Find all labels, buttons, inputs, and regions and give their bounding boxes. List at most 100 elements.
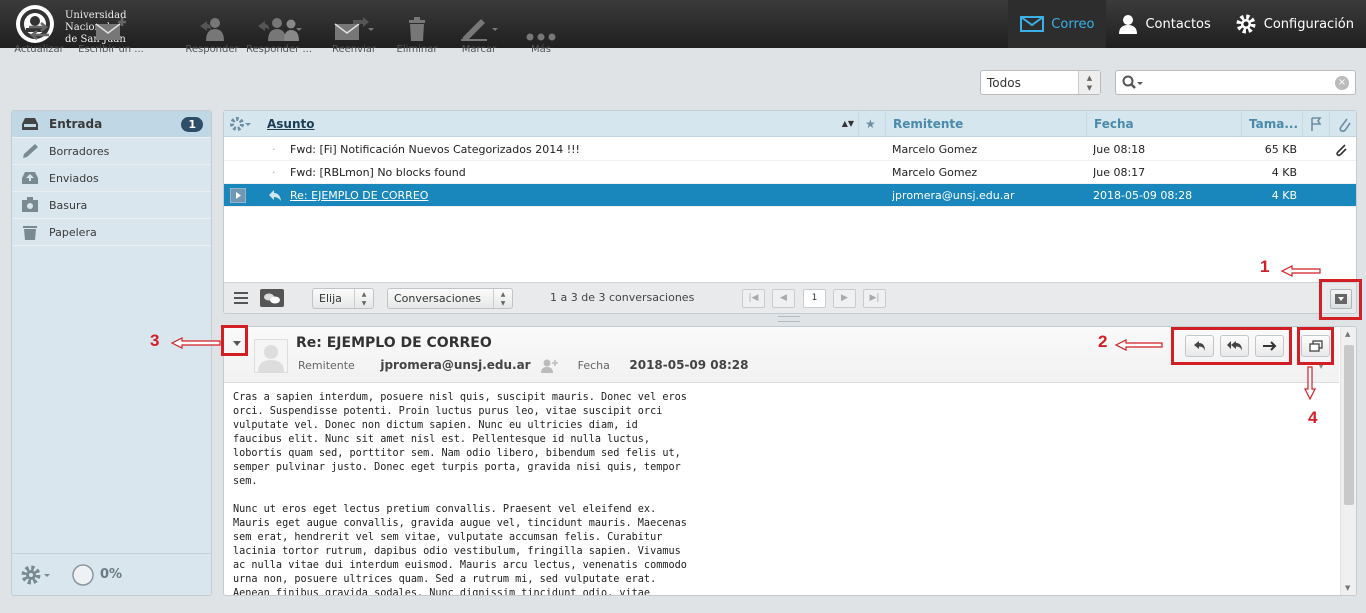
filter-select[interactable]: Todos ▲ ▼ bbox=[980, 70, 1101, 95]
scroll-thumb[interactable] bbox=[1344, 345, 1354, 505]
delete-button[interactable]: Eliminar bbox=[394, 14, 440, 55]
sent-icon bbox=[22, 172, 38, 184]
threads-dropdown[interactable]: Conversaciones ▲ ▼ bbox=[387, 288, 513, 309]
trash-icon bbox=[23, 226, 37, 240]
attachment-column-header[interactable] bbox=[1329, 111, 1356, 137]
row-from: jpromera@unsj.edu.ar bbox=[892, 189, 1015, 202]
annotation-box-2 bbox=[1171, 327, 1292, 365]
message-count-text: 1 a 3 de 3 conversaciones bbox=[550, 291, 695, 304]
filter-spinner-icon: ▲ ▼ bbox=[1078, 71, 1100, 94]
reply-all-icon bbox=[258, 18, 302, 41]
more-icon bbox=[526, 33, 556, 41]
select-spinner-icon: ▲ ▼ bbox=[354, 289, 373, 308]
nav-contactos-label: Contactos bbox=[1145, 16, 1211, 32]
annotation-label-3: 3 bbox=[150, 331, 160, 350]
folder-borradores[interactable]: Borradores bbox=[12, 138, 211, 165]
forward-button[interactable]: Reenviar bbox=[328, 14, 380, 55]
reply-button[interactable]: Responder bbox=[184, 14, 240, 55]
gear-icon bbox=[1236, 14, 1256, 34]
select-dropdown-label: Elija bbox=[319, 292, 342, 305]
page-number[interactable]: 1 bbox=[803, 289, 826, 308]
mail-icon bbox=[1020, 16, 1045, 32]
folder-basura[interactable]: Basura bbox=[12, 192, 211, 219]
table-row-selected[interactable]: Re: EJEMPLO DE CORREO jpromera@unsj.edu.… bbox=[224, 184, 1356, 207]
clear-search-icon[interactable]: × bbox=[1335, 76, 1349, 90]
message-list-panel: Asunto ▲▼ ★ Remitente Fecha Tama... · Fw… bbox=[223, 110, 1357, 314]
table-row[interactable]: · Fwd: [RBLmon] No blocks found Marcelo … bbox=[224, 161, 1356, 184]
list-options-button[interactable] bbox=[224, 111, 260, 137]
more-label: Más bbox=[531, 44, 551, 55]
reply-label: Responder bbox=[185, 44, 239, 55]
scroll-down-icon[interactable]: ▼ bbox=[1345, 584, 1350, 592]
quota-indicator: 0% bbox=[72, 563, 123, 586]
unread-count-badge: 1 bbox=[181, 116, 203, 132]
reply-icon bbox=[200, 18, 224, 41]
row-from: Marcelo Gomez bbox=[892, 166, 978, 179]
folder-sidebar: Entrada 1 Borradores Enviados Basura Pap… bbox=[11, 110, 212, 596]
message-body: Cras a sapien interdum, posuere nisl qui… bbox=[233, 392, 687, 596]
table-row[interactable]: · Fwd: [Fi] Notificación Nuevos Categori… bbox=[224, 138, 1356, 161]
scroll-up-icon[interactable]: ▲ bbox=[1345, 330, 1350, 338]
add-contact-icon[interactable] bbox=[540, 359, 559, 373]
folder-enviados[interactable]: Enviados bbox=[12, 165, 211, 192]
forward-icon bbox=[334, 17, 374, 40]
annotation-label-2: 2 bbox=[1098, 332, 1108, 351]
nav-correo-label: Correo bbox=[1051, 16, 1095, 32]
from-header-label: Remitente bbox=[893, 117, 964, 131]
refresh-button[interactable]: Actualizar bbox=[12, 14, 66, 55]
flag-column-header[interactable] bbox=[1302, 111, 1329, 137]
annotation-label-4: 4 bbox=[1308, 408, 1318, 427]
threads-view-icon[interactable] bbox=[260, 289, 284, 307]
mark-icon bbox=[461, 19, 498, 41]
read-status-icon: · bbox=[272, 143, 276, 156]
annotation-arrow-3 bbox=[170, 337, 221, 349]
row-size: 65 KB bbox=[1264, 143, 1297, 156]
expand-thread-icon[interactable] bbox=[230, 184, 246, 207]
pane-splitter[interactable] bbox=[778, 316, 800, 322]
size-column-header[interactable]: Tama... bbox=[1241, 111, 1302, 137]
inbox-icon bbox=[22, 118, 38, 130]
refresh-icon bbox=[29, 22, 49, 40]
from-column-header[interactable]: Remitente bbox=[885, 111, 1086, 137]
row-subject: Fwd: [RBLmon] No blocks found bbox=[290, 166, 466, 179]
list-header: Asunto ▲▼ ★ Remitente Fecha Tama... bbox=[224, 111, 1356, 137]
last-page-icon[interactable]: ▶| bbox=[863, 289, 886, 308]
next-page-icon[interactable]: ▶ bbox=[833, 289, 856, 308]
nav-contactos[interactable]: Contactos bbox=[1106, 0, 1222, 48]
select-dropdown[interactable]: Elija ▲ ▼ bbox=[312, 288, 374, 309]
date-column-header[interactable]: Fecha bbox=[1086, 111, 1241, 137]
read-status-icon: · bbox=[272, 166, 276, 179]
first-page-icon[interactable]: |◀ bbox=[742, 289, 765, 308]
subject-column-header[interactable]: Asunto ▲▼ bbox=[260, 111, 858, 137]
quota-percent: 0% bbox=[100, 567, 123, 582]
folder-papelera[interactable]: Papelera bbox=[12, 219, 211, 246]
folder-borradores-label: Borradores bbox=[49, 144, 110, 158]
row-date: 2018-05-09 08:28 bbox=[1093, 189, 1193, 202]
reply-all-button[interactable]: Responder ... bbox=[246, 14, 312, 55]
subject-header-label: Asunto bbox=[267, 117, 315, 131]
folder-basura-label: Basura bbox=[49, 198, 88, 212]
sender-address[interactable]: jpromera@unsj.edu.ar bbox=[380, 358, 530, 372]
paperclip-icon bbox=[1339, 118, 1351, 133]
scrollbar[interactable]: ▲ ▼ bbox=[1340, 327, 1356, 595]
prev-page-icon[interactable]: ◀ bbox=[772, 289, 795, 308]
top-navigation: Correo Contactos Configuración bbox=[1008, 0, 1366, 48]
compose-label: Escribir un ... bbox=[78, 44, 144, 55]
mark-button[interactable]: Marcar bbox=[456, 14, 502, 55]
threads-dropdown-label: Conversaciones bbox=[394, 292, 481, 305]
compose-icon bbox=[95, 18, 126, 40]
list-view-icon[interactable] bbox=[234, 292, 248, 304]
nav-configuracion[interactable]: Configuración bbox=[1223, 0, 1366, 48]
reading-pane: Re: EJEMPLO DE CORREO Remitente jpromera… bbox=[223, 326, 1357, 596]
sort-icon: ▲▼ bbox=[841, 119, 854, 128]
annotation-box-4 bbox=[1297, 327, 1334, 365]
nav-correo[interactable]: Correo bbox=[1008, 0, 1107, 48]
more-button[interactable]: Más bbox=[520, 14, 562, 55]
flag-star-icon[interactable]: ★ bbox=[858, 111, 885, 137]
junk-icon bbox=[22, 197, 38, 212]
search-box[interactable]: × bbox=[1115, 70, 1356, 95]
folder-settings-icon[interactable] bbox=[20, 564, 54, 586]
compose-button[interactable]: Escribir un ... bbox=[76, 14, 146, 55]
message-date: 2018-05-09 08:28 bbox=[629, 358, 749, 372]
folder-entrada[interactable]: Entrada 1 bbox=[12, 111, 211, 138]
